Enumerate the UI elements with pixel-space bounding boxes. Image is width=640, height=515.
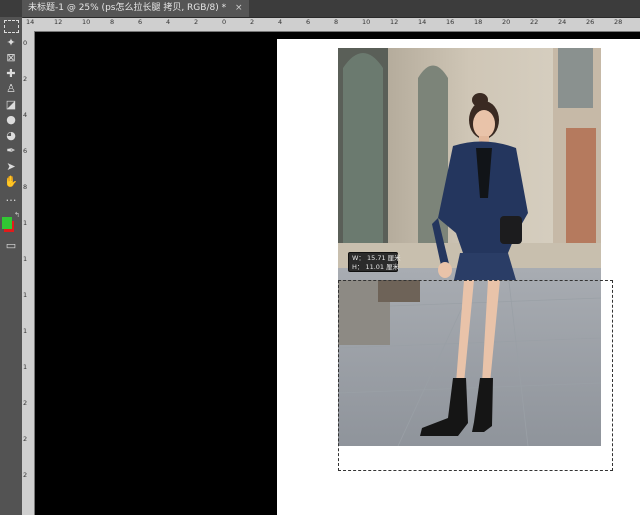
eraser-icon[interactable]: ◪ [3,98,19,112]
horizontal-ruler: 14 12 10 8 6 4 2 0 2 4 6 8 10 12 14 16 18 20 22 24 26 28 [22,18,640,32]
path-select-icon[interactable]: ➤ [3,160,19,174]
marquee-tool-icon[interactable] [4,20,19,33]
blur-drop-icon[interactable]: ● [3,113,19,127]
ruler-tick-label: 1 [23,363,28,371]
ruler-tick-label: 1 [23,255,28,263]
close-tab-icon[interactable]: × [235,3,243,13]
ruler-tick-label: 16 [446,18,455,26]
ruler-tick-label: 22 [530,18,539,26]
marquee-selection[interactable] [338,280,613,471]
ruler-tick-label: 12 [390,18,399,26]
ruler-tick-label: 4 [23,111,28,119]
ruler-tick-label: 26 [586,18,595,26]
ruler-tick-label: 28 [614,18,623,26]
ruler-tick-label: 2 [23,75,28,83]
swap-colors-icon[interactable]: ↰ [14,211,20,219]
ruler-tick-label: 4 [278,18,283,26]
healing-brush-icon[interactable]: ✚ [3,67,19,81]
ruler-tick-label: 10 [362,18,371,26]
ruler-tick-label: 2 [250,18,255,26]
magic-wand-icon[interactable]: ✦ [3,36,19,50]
foreground-color-swatch[interactable] [2,217,12,229]
document-tab-title: 未标题-1 @ 25% (ps怎么拉长腿 拷贝, RGB/8) * [28,3,227,13]
ruler-tick-label: 2 [23,435,28,443]
document-tab[interactable]: 未标题-1 @ 25% (ps怎么拉长腿 拷贝, RGB/8) * × [22,0,249,17]
ruler-tick-label: 0 [23,39,28,47]
ruler-tick-label: 4 [166,18,171,26]
ruler-tick-label: 1 [23,327,28,335]
ruler-tick-label: 18 [474,18,483,26]
ruler-tick-label: 8 [23,183,28,191]
transform-size-readout: W： 15.71 厘米 H： 11.01 厘米 [348,252,401,272]
more-tools-icon[interactable]: … [3,191,19,205]
ruler-tick-label: 8 [110,18,115,26]
dodge-icon[interactable]: ◕ [3,129,19,143]
ruler-tick-label: 1 [23,291,28,299]
ruler-tick-label: 12 [54,18,63,26]
ruler-tick-label: 24 [558,18,567,26]
document-tab-bar: 未标题-1 @ 25% (ps怎么拉长腿 拷贝, RGB/8) * × [0,0,640,18]
pen-tool-icon[interactable]: ✒ [3,144,19,158]
ruler-tick-label: 20 [502,18,511,26]
ruler-tick-label: 2 [23,399,28,407]
ruler-tick-label: 10 [82,18,91,26]
ruler-tick-label: 2 [23,471,28,479]
screen-mode-icon[interactable]: ▭ [3,239,19,253]
ruler-tick-label: 6 [23,147,28,155]
clone-stamp-icon[interactable]: ♙ [3,82,19,96]
tools-panel: ✦ ⊠ ✚ ♙ ◪ ● ◕ ✒ ➤ ✋ … ↰ ▭ [0,17,23,515]
height-readout: H： 11.01 厘米 [352,263,400,271]
frame-tool-icon[interactable]: ⊠ [3,51,19,65]
ruler-tick-label: 6 [138,18,143,26]
vertical-ruler: 0 2 4 6 8 1 1 1 1 1 2 2 2 [22,31,35,515]
ruler-tick-label: 0 [222,18,227,26]
ruler-tick-label: 1 [23,219,28,227]
ruler-tick-label: 8 [334,18,339,26]
ruler-tick-label: 6 [306,18,311,26]
ruler-tick-label: 14 [26,18,35,26]
ruler-tick-label: 2 [194,18,199,26]
ruler-tick-label: 14 [418,18,427,26]
width-readout: W： 15.71 厘米 [352,254,401,262]
hand-tool-icon[interactable]: ✋ [3,175,19,189]
